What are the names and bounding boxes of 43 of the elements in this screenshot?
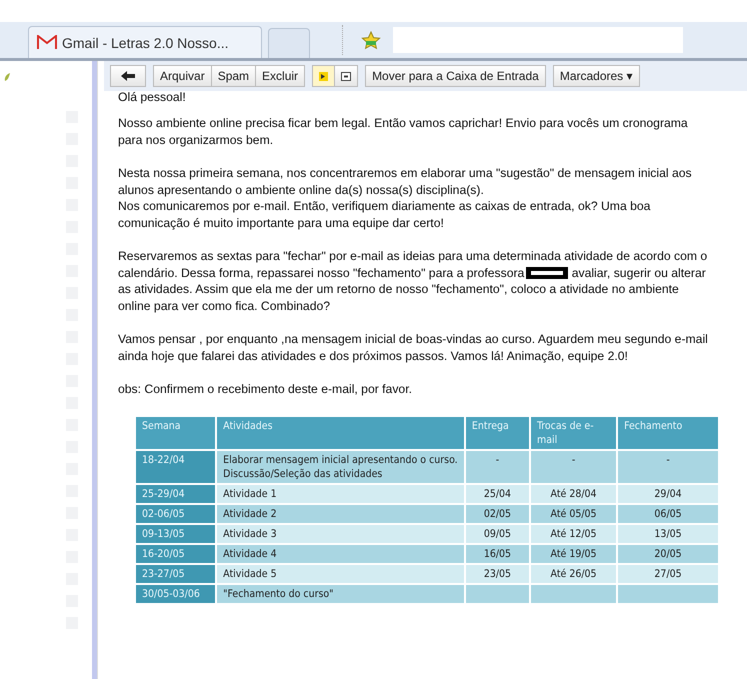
toolbar-button[interactable]: Arquivar <box>153 65 212 87</box>
redaction-bar <box>526 267 568 280</box>
table-cell: Elaborar mensagem inicial apresentando o curso. Discussão/Seleção das atividades <box>216 450 465 484</box>
table-cell: Atividade 1 <box>216 484 465 504</box>
table-cell: Atividade 2 <box>216 504 465 524</box>
table-cell: 23-27/05 <box>135 564 216 584</box>
table-cell: 18-22/04 <box>135 450 216 484</box>
column-header: Semana <box>135 416 216 450</box>
table-cell: - <box>464 450 530 484</box>
toolbar-button[interactable]: Spam <box>212 65 256 87</box>
column-header: Entrega <box>464 416 530 450</box>
table-cell: 09-13/05 <box>135 524 216 544</box>
table-cell: - <box>530 450 618 484</box>
column-header: Trocas de e-mail <box>530 416 618 450</box>
message-paragraph: obs: Confirmem o recebimento deste e-mail, por favor. <box>118 381 413 398</box>
greeting-text: Olá pessoal! <box>118 91 187 104</box>
table-cell: 30/05-03/06 <box>135 584 216 604</box>
arrow-marker-icon <box>319 72 328 80</box>
table-cell: - <box>617 450 719 484</box>
square-icon <box>341 72 352 80</box>
square-button[interactable] <box>335 65 358 87</box>
labels-menu-button[interactable]: Marcadores ▾ <box>552 65 640 87</box>
toolbar-button[interactable]: Excluir <box>256 65 306 87</box>
table-cell: Atividade 3 <box>216 524 465 544</box>
bookmark-star-icon[interactable] <box>361 30 381 50</box>
message-paragraph: Nosso ambiente online precisa ficar bem legal. Então vamos caprichar! Envio para vocês um cronograma para nos organizarmos bem. <box>118 115 689 148</box>
table-cell: Atividade 5 <box>216 564 465 584</box>
message-paragraph: Reservaremos as sextas para "fechar" por e-mail as ideias para uma determinada atividade de acordo com o calendário. Dessa forma, repassarei nosso "fechamento" para a professora avaliar, sugerir ou alterar as atividades. Assim que ela me der um retorno de nosso "fechamento", coloco a atividade no ambiente online para ver como fica. Combinado? <box>118 248 708 314</box>
back-button[interactable] <box>110 65 146 87</box>
table-cell: Atividade 4 <box>216 544 465 564</box>
table-cell: 16-20/05 <box>135 544 216 564</box>
message-paragraph: Nesta nossa primeira semana, nos concentraremos em elaborar uma "sugestão" de mensagem inicial aos alunos apresentando o ambiente online da(s) nossa(s) disciplina(s). Nos comunicaremos por e-mail. Então, verifiquem diariamente as caixas de entrada, ok? Uma boa comunicação é muito importante para uma equipe dar certo! <box>118 165 693 231</box>
table-cell: "Fechamento do curso" <box>216 584 465 604</box>
leaf-icon <box>4 73 10 82</box>
column-header: Atividades <box>216 416 465 450</box>
table-cell: 25-29/04 <box>135 484 216 504</box>
browser-tab[interactable]: Gmail - Letras 2.0 Nosso... <box>28 26 262 58</box>
mail-icon <box>37 35 57 50</box>
table-cell: 02-06/05 <box>135 504 216 524</box>
back-arrow-icon <box>121 71 135 81</box>
message-paragraph: Vamos pensar , por enquanto ,na mensagem inicial de boas-vindas ao curso. Aguardem meu segundo e-mail ainda hoje que falarei das atividades e dos próximos passos. Vamos lá! Animação, equipe 2.0! <box>118 331 709 364</box>
toolbar-button[interactable]: Mover para a Caixa de Entrada <box>365 65 546 87</box>
column-header: Fechamento <box>617 416 719 450</box>
